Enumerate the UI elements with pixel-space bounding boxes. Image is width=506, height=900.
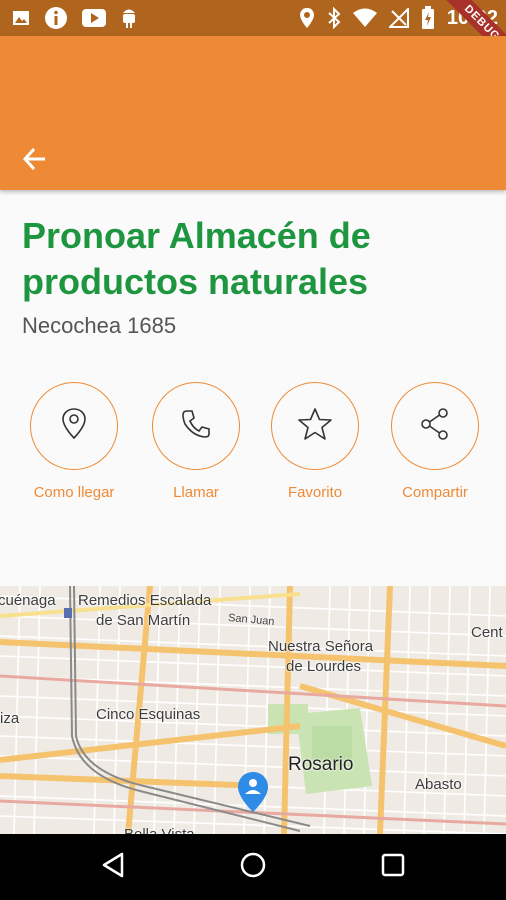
share-label: Compartir — [402, 484, 468, 501]
share-icon — [419, 407, 451, 446]
no-signal-icon — [388, 8, 409, 28]
nav-recents-button[interactable] — [378, 852, 408, 882]
phone-icon — [180, 408, 212, 445]
square-recents-icon — [381, 853, 405, 882]
share-button[interactable]: Compartir — [375, 382, 495, 501]
nav-home-button[interactable] — [238, 852, 268, 882]
star-icon — [297, 407, 333, 446]
map-label: iza — [0, 710, 20, 727]
place-address: Necochea 1685 — [22, 313, 177, 338]
map-label: de San Martín — [96, 612, 191, 629]
directions-label: Como llegar — [33, 484, 115, 501]
nav-back-button[interactable] — [98, 852, 128, 882]
image-icon — [12, 9, 30, 27]
location-pin-icon — [59, 407, 89, 446]
call-label: Llamar — [173, 484, 219, 501]
map-label: Cent — [471, 624, 503, 641]
triangle-back-icon — [101, 852, 125, 883]
location-icon — [299, 7, 315, 29]
wifi-icon — [352, 8, 377, 28]
map-label: Remedios Escalada — [78, 592, 212, 609]
battery-icon — [421, 6, 435, 30]
youtube-icon — [82, 9, 106, 27]
map-label: Rosario — [288, 754, 354, 775]
status-bar: 10:02 DEBUG — [0, 0, 506, 72]
share-circle[interactable] — [391, 382, 479, 470]
system-nav-bar — [0, 834, 506, 900]
action-buttons: Como llegar Llamar Favorito Compartir — [0, 382, 506, 502]
map-label: Bella Vista — [124, 826, 195, 834]
call-circle[interactable] — [152, 382, 240, 470]
map-view[interactable]: cuénaga Remedios Escalada de San Martín … — [0, 586, 506, 834]
map-label: Nuestra Señora — [268, 638, 374, 655]
favorite-circle[interactable] — [271, 382, 359, 470]
info-icon — [44, 6, 68, 30]
directions-circle[interactable] — [30, 382, 118, 470]
back-button[interactable] — [14, 140, 56, 182]
android-icon — [120, 7, 138, 29]
place-title: Pronoar Almacén de productos naturales — [22, 215, 371, 302]
circle-home-icon — [239, 851, 267, 884]
favorite-button[interactable]: Favorito — [255, 382, 375, 501]
map-label: Abasto — [415, 776, 462, 793]
call-button[interactable]: Llamar — [136, 382, 256, 501]
arrow-back-icon — [22, 146, 48, 177]
directions-button[interactable]: Como llegar — [14, 382, 134, 501]
app-bar — [0, 36, 506, 190]
map-label: cuénaga — [0, 592, 56, 609]
bluetooth-icon — [327, 7, 341, 29]
map-label: Cinco Esquinas — [96, 706, 201, 723]
favorite-label: Favorito — [287, 484, 343, 501]
map-label: de Lourdes — [286, 658, 362, 675]
